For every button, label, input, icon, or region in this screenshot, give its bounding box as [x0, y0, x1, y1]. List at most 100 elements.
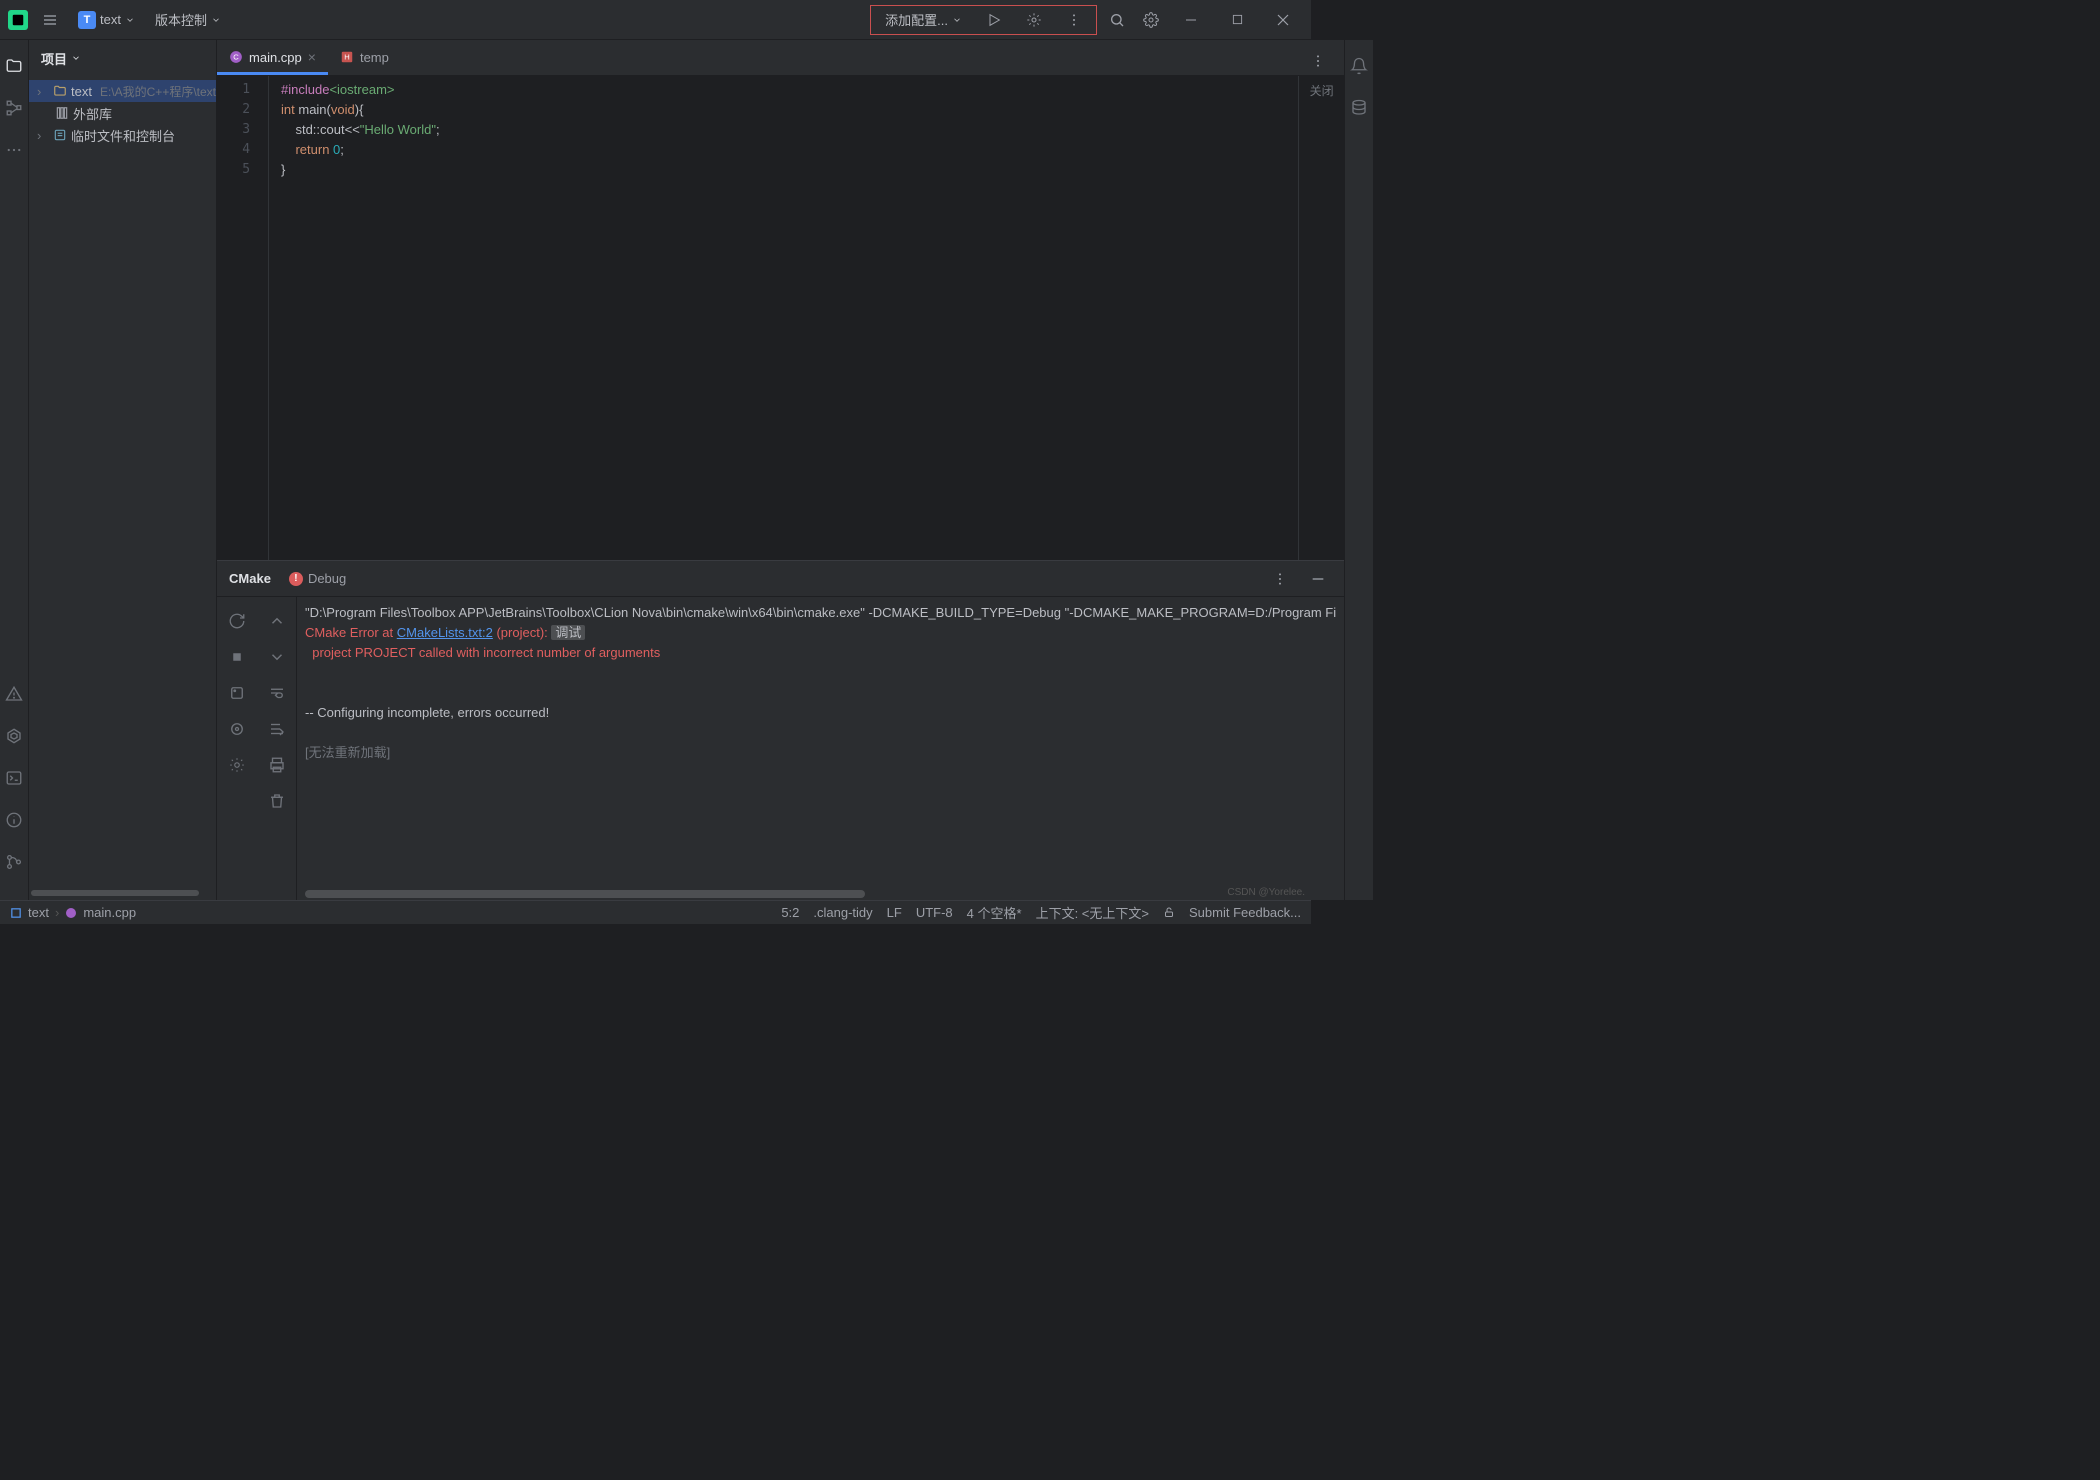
clang-tidy-status[interactable]: .clang-tidy	[813, 905, 872, 920]
project-name-label: text	[100, 12, 121, 27]
tree-row-scratches[interactable]: › 临时文件和控制台	[29, 124, 216, 146]
stop-icon[interactable]	[223, 643, 251, 671]
tree-path: E:\A我的C++程序\text	[100, 83, 216, 100]
clear-icon[interactable]	[263, 787, 291, 815]
problems-tool-icon[interactable]	[0, 680, 28, 708]
hide-panel-icon[interactable]	[1304, 565, 1332, 593]
debug-tab-label: Debug	[308, 571, 346, 586]
down-arrow-icon[interactable]	[263, 643, 291, 671]
print-icon[interactable]	[263, 751, 291, 779]
tree-label: 外部库	[73, 104, 112, 123]
cmake-tab[interactable]: CMake	[229, 571, 271, 586]
main-area: 项目 › text E:\A我的C++程序\text 外部库 › 临时文件和控制…	[0, 40, 1311, 900]
context-status[interactable]: 上下文: <无上下文>	[1036, 903, 1149, 922]
project-tool-icon[interactable]	[0, 52, 28, 80]
info-tool-icon[interactable]	[0, 806, 28, 834]
cmake-settings-icon[interactable]	[223, 715, 251, 743]
scroll-end-icon[interactable]	[263, 715, 291, 743]
database-icon[interactable]	[1345, 94, 1373, 122]
cpp-file-icon	[65, 907, 77, 919]
bottom-panel: CMake ! Debug	[217, 560, 1344, 900]
debug-button[interactable]	[1020, 6, 1048, 34]
svg-text:H: H	[344, 52, 349, 61]
svg-text:C: C	[233, 52, 239, 61]
tab-temp[interactable]: H temp	[328, 39, 401, 75]
tree-row-project-root[interactable]: › text E:\A我的C++程序\text	[29, 80, 216, 102]
project-panel-header[interactable]: 项目	[29, 40, 216, 76]
feedback-link[interactable]: Submit Feedback...	[1189, 905, 1301, 920]
run-config-area: 添加配置...	[870, 5, 1097, 35]
editor-area: C main.cpp × H temp 12345 #include<iostr…	[217, 40, 1344, 900]
console-line: -- Configuring incomplete, errors occurr…	[305, 703, 1336, 723]
project-selector[interactable]: T text	[72, 8, 141, 32]
tree-row-external-lib[interactable]: 外部库	[29, 102, 216, 124]
chevron-down-icon	[71, 53, 81, 63]
editor-body[interactable]: 12345 #include<iostream>int main(void){ …	[217, 76, 1344, 560]
more-tools-icon[interactable]	[0, 136, 28, 164]
tab-main-cpp[interactable]: C main.cpp ×	[217, 39, 328, 75]
scratch-icon	[53, 128, 67, 142]
header-file-icon: H	[340, 50, 354, 64]
app-logo-icon	[8, 10, 28, 30]
console-output[interactable]: "D:\Program Files\Toolbox APP\JetBrains\…	[297, 597, 1344, 900]
breadcrumb-file[interactable]: main.cpp	[83, 905, 136, 920]
project-tree: › text E:\A我的C++程序\text 外部库 › 临时文件和控制台	[29, 76, 216, 890]
tree-label: 临时文件和控制台	[71, 126, 175, 145]
line-ending[interactable]: LF	[887, 905, 902, 920]
code-area[interactable]: #include<iostream>int main(void){ std::c…	[269, 76, 1298, 560]
run-button[interactable]	[980, 6, 1008, 34]
console-line: "D:\Program Files\Toolbox APP\JetBrains\…	[305, 603, 1336, 623]
vcs-menu[interactable]: 版本控制	[149, 7, 227, 32]
tree-label: text	[71, 84, 92, 99]
minimize-button[interactable]	[1171, 5, 1211, 35]
attach-icon[interactable]	[223, 679, 251, 707]
vcs-label: 版本控制	[155, 10, 207, 29]
cpp-file-icon: C	[229, 50, 243, 64]
horizontal-scrollbar[interactable]	[305, 890, 865, 898]
reload-icon[interactable]	[223, 607, 251, 635]
indent-setting[interactable]: 4 个空格*	[967, 903, 1022, 922]
run-config-selector[interactable]: 添加配置...	[879, 7, 968, 32]
cursor-position[interactable]: 5:2	[781, 905, 799, 920]
chevron-down-icon	[211, 15, 221, 25]
settings-icon[interactable]	[1137, 6, 1165, 34]
editor-close-button[interactable]: 关闭	[1298, 76, 1344, 560]
breadcrumb-separator: ›	[55, 905, 59, 920]
error-badge-icon: !	[289, 572, 303, 586]
project-panel: 项目 › text E:\A我的C++程序\text 外部库 › 临时文件和控制…	[29, 40, 217, 900]
maximize-button[interactable]	[1217, 5, 1257, 35]
tab-label: main.cpp	[249, 50, 302, 65]
gear-icon[interactable]	[223, 751, 251, 779]
notifications-icon[interactable]	[1345, 52, 1373, 80]
breadcrumb-module[interactable]: text	[28, 905, 49, 920]
console-line: project PROJECT called with incorrect nu…	[305, 643, 1336, 663]
vcs-tool-icon[interactable]	[0, 848, 28, 876]
chevron-right-icon: ›	[37, 128, 49, 143]
up-arrow-icon[interactable]	[263, 607, 291, 635]
error-file-link[interactable]: CMakeLists.txt:2	[397, 625, 493, 640]
left-tool-rail	[0, 40, 29, 900]
library-icon	[55, 106, 69, 120]
bottom-panel-tabs: CMake ! Debug	[217, 561, 1344, 597]
encoding[interactable]: UTF-8	[916, 905, 953, 920]
soft-wrap-icon[interactable]	[263, 679, 291, 707]
horizontal-scrollbar[interactable]	[29, 890, 216, 900]
tab-more-icon[interactable]	[1304, 47, 1332, 75]
console-line: [无法重新加载]	[305, 743, 1336, 763]
close-icon[interactable]: ×	[308, 49, 316, 65]
run-config-label: 添加配置...	[885, 10, 948, 29]
module-icon	[10, 907, 22, 919]
lock-icon[interactable]	[1163, 907, 1175, 919]
search-icon[interactable]	[1103, 6, 1131, 34]
project-badge-icon: T	[78, 11, 96, 29]
line-gutter: 12345	[217, 76, 269, 560]
hamburger-menu-icon[interactable]	[36, 6, 64, 34]
more-actions-icon[interactable]	[1060, 6, 1088, 34]
services-tool-icon[interactable]	[0, 722, 28, 750]
structure-tool-icon[interactable]	[0, 94, 28, 122]
panel-options-icon[interactable]	[1266, 565, 1294, 593]
debug-tab[interactable]: ! Debug	[289, 571, 346, 586]
terminal-tool-icon[interactable]	[0, 764, 28, 792]
console-line	[305, 663, 1336, 683]
close-button[interactable]	[1263, 5, 1303, 35]
